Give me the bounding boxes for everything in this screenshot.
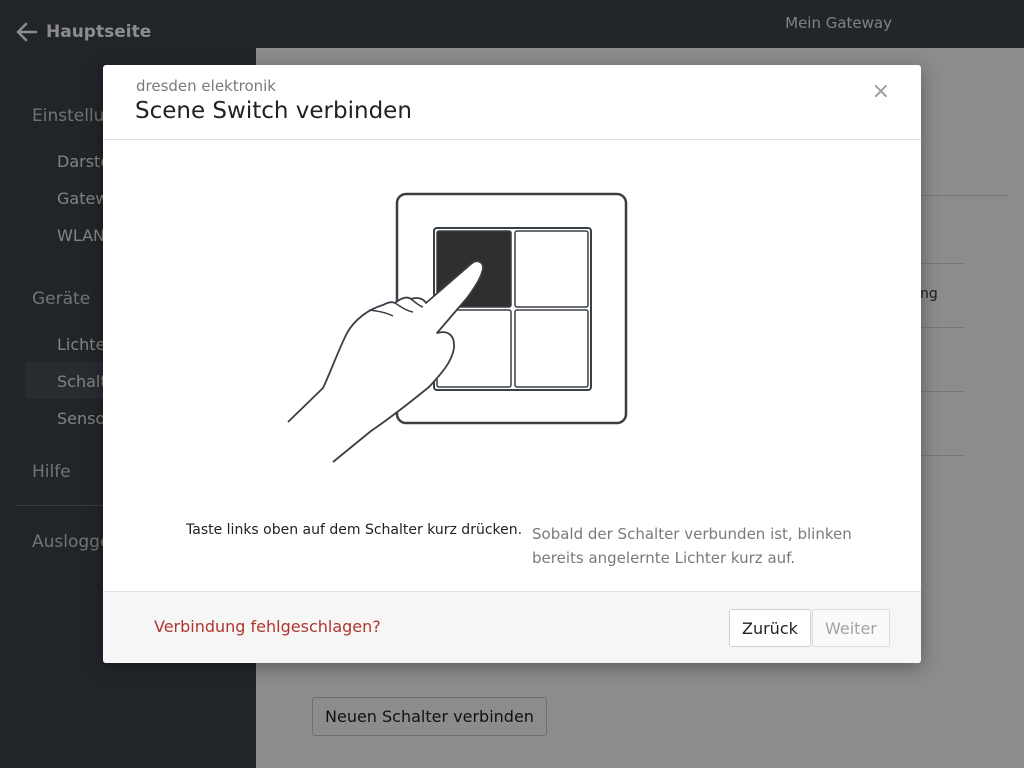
close-icon[interactable]: × <box>872 79 890 104</box>
connection-failed-link[interactable]: Verbindung fehlgeschlagen? <box>154 617 381 636</box>
switch-press-illustration <box>287 192 628 463</box>
dialog-footer: Verbindung fehlgeschlagen? Zurück Weiter <box>103 591 921 663</box>
dialog-header: dresden elektronik Scene Switch verbinde… <box>103 65 921 140</box>
next-button[interactable]: Weiter <box>812 609 890 647</box>
dialog-brand: dresden elektronik <box>136 77 276 95</box>
switch-key-top-right <box>514 230 589 308</box>
instruction-text: Taste links oben auf dem Schalter kurz d… <box>186 522 523 538</box>
dialog-title: Scene Switch verbinden <box>135 98 412 124</box>
connect-switch-dialog: dresden elektronik Scene Switch verbinde… <box>103 65 921 663</box>
info-text: Sobald der Schalter verbunden ist, blink… <box>532 525 852 567</box>
back-button[interactable]: Zurück <box>729 609 811 647</box>
switch-key-bottom-right <box>514 309 589 388</box>
